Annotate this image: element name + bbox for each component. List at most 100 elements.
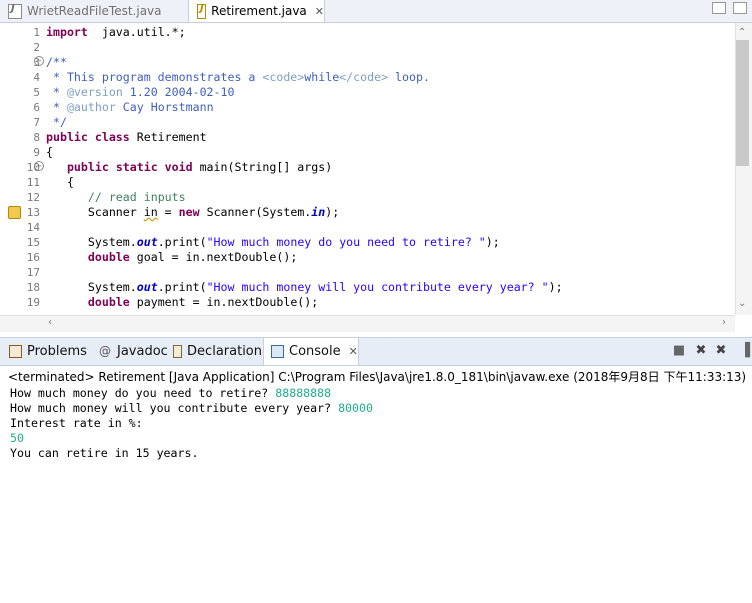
code-line: */: [46, 115, 67, 130]
code-line: // read inputs: [46, 190, 186, 205]
tab-label: Declaration: [187, 344, 262, 359]
java-file-icon: [8, 3, 22, 19]
at-icon: @: [99, 344, 111, 358]
line-number: 19: [26, 296, 40, 309]
code-token: // read inputs: [87, 190, 186, 204]
problems-icon: [9, 345, 22, 358]
scroll-down-icon[interactable]: ⌄: [738, 298, 746, 309]
code-line: {: [46, 175, 74, 190]
code-token: Scanner(System.: [199, 205, 312, 219]
code-token: System.: [46, 235, 137, 249]
console-text: Interest rate in %:: [10, 416, 143, 430]
line-number: 15: [26, 236, 40, 249]
line-number: 12: [26, 191, 40, 204]
minimize-icon[interactable]: [712, 2, 726, 14]
code-token: );: [485, 235, 500, 249]
line-number: 1: [33, 26, 40, 39]
code-token: .print(: [157, 280, 207, 294]
code-line: Scanner in = new Scanner(System.in);: [46, 205, 339, 220]
scrollbar-thumb[interactable]: [736, 40, 749, 166]
tab-declaration[interactable]: Declaration: [166, 338, 262, 365]
code-token: payment = in.nextDouble();: [129, 295, 319, 309]
console-line: How much money will you contribute every…: [10, 401, 373, 416]
code-token: new: [178, 205, 200, 219]
terminate-icon[interactable]: ■: [672, 344, 686, 358]
code-token: =: [157, 205, 179, 219]
tab-label: Console: [289, 344, 341, 359]
console-line: Interest rate in %:: [10, 416, 143, 431]
console-user-input: 50: [10, 431, 24, 445]
console-user-input: 80000: [338, 401, 373, 415]
line-number: 4: [33, 71, 40, 84]
code-line: public class Retirement: [46, 130, 207, 145]
code-token: goal = in.nextDouble();: [129, 250, 298, 264]
close-icon[interactable]: ✕: [315, 5, 324, 18]
line-number: 6: [33, 101, 40, 114]
tab-label: WrietReadFileTest.java: [27, 4, 162, 18]
code-token: {: [46, 175, 74, 189]
code-token: *: [46, 85, 67, 99]
declaration-icon: [173, 345, 183, 358]
more-icon[interactable]: ▐: [738, 344, 752, 358]
code-line: System.out.print("How much money do you …: [46, 235, 500, 250]
line-number: 18: [26, 281, 40, 294]
scroll-up-icon[interactable]: ⌃: [738, 27, 746, 38]
line-number: 5: [33, 86, 40, 99]
line-number: 10: [26, 161, 40, 174]
console-process-label: <terminated> Retirement [Java Applicatio…: [8, 370, 747, 384]
java-file-icon: [197, 3, 207, 19]
code-token: *: [46, 100, 67, 114]
scroll-right-icon[interactable]: ›: [722, 317, 726, 328]
tab-wrietreadfiletest[interactable]: WrietReadFileTest.java: [0, 0, 180, 22]
console-icon: [271, 345, 284, 358]
code-token: "How much money do you need to retire? ": [206, 235, 486, 249]
code-token: import: [46, 25, 88, 39]
line-number: 11: [26, 176, 40, 189]
code-line: /**: [46, 55, 67, 70]
remove-launch-icon[interactable]: ✖: [694, 344, 708, 358]
tab-retirement[interactable]: Retirement.java ✕: [188, 0, 325, 22]
code-token: @author: [66, 100, 116, 114]
tab-problems[interactable]: Problems: [2, 338, 92, 365]
tab-label: Problems: [27, 344, 87, 359]
code-token: );: [548, 280, 563, 294]
maximize-icon[interactable]: [733, 2, 747, 14]
line-number: 13: [26, 206, 40, 219]
editor-horizontal-scrollbar[interactable]: [0, 315, 735, 332]
console-user-input: 88888888: [275, 386, 332, 400]
code-token: out: [136, 235, 158, 249]
console-line: You can retire in 15 years.: [10, 446, 198, 461]
line-number: 17: [26, 266, 40, 279]
code-token: <code>: [262, 70, 305, 84]
line-number: 14: [26, 221, 40, 234]
code-token: </code>: [339, 70, 389, 84]
code-token: Cay Horstmann: [115, 100, 214, 114]
close-icon[interactable]: ✕: [349, 345, 358, 358]
code-token: out: [136, 280, 158, 294]
code-token: Scanner: [46, 205, 144, 219]
code-token: {: [46, 145, 53, 159]
code-token: double: [87, 295, 130, 309]
console-text: How much money do you need to retire?: [10, 386, 276, 400]
code-token: double: [87, 250, 130, 264]
code-token: * This program demonstrates a: [46, 70, 263, 84]
code-line: public static void main(String[] args): [46, 160, 332, 175]
code-token: );: [325, 205, 340, 219]
code-line: * @version 1.20 2004-02-10: [46, 85, 235, 100]
scroll-left-icon[interactable]: ‹: [48, 317, 52, 328]
tab-console[interactable]: Console ✕: [263, 338, 359, 365]
tab-javadoc[interactable]: @ Javadoc: [92, 338, 170, 365]
console-line: 50: [10, 431, 24, 446]
tab-label: Javadoc: [117, 344, 168, 359]
code-token: while: [304, 70, 340, 84]
console-text: How much money will you contribute every…: [10, 401, 339, 415]
remove-all-icon[interactable]: ✖: [714, 344, 728, 358]
code-token: main(String[] args): [192, 160, 333, 174]
code-line: System.out.print("How much money will yo…: [46, 280, 563, 295]
code-token: System.: [46, 280, 137, 294]
line-number: 7: [33, 116, 40, 129]
